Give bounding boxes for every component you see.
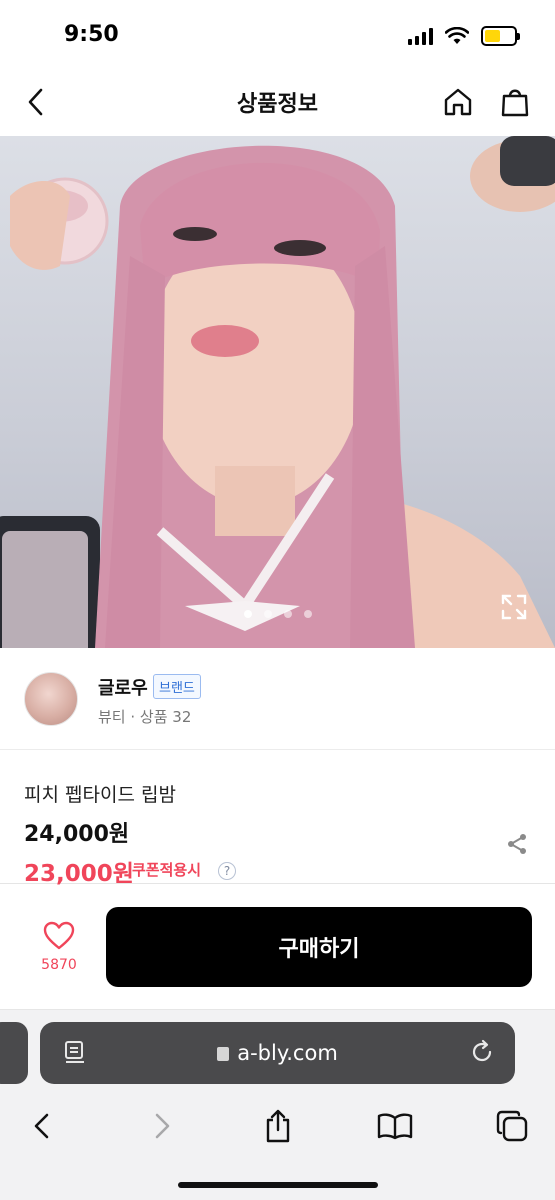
browser-tabs-button[interactable] (492, 1106, 532, 1146)
like-button[interactable]: 5870 (24, 921, 94, 973)
browser-bookmarks-button[interactable] (375, 1106, 415, 1146)
previous-tab-peek[interactable] (0, 1022, 28, 1084)
browser-back-button[interactable] (22, 1106, 62, 1146)
expand-button[interactable] (499, 592, 529, 622)
price-coupon: 23,000원 (24, 861, 134, 887)
carousel-dot[interactable] (283, 610, 292, 618)
share-icon (508, 834, 526, 854)
help-icon[interactable]: ? (218, 862, 236, 880)
like-count: 5870 (41, 957, 77, 973)
url-text: a-bly.com (237, 1041, 338, 1065)
expand-icon (501, 594, 527, 620)
brand-subtitle: 뷰티 · 상품 32 (98, 708, 192, 726)
app-header: 상품정보 (0, 70, 555, 136)
tabs-icon (496, 1110, 528, 1142)
shopping-bag-icon (501, 89, 529, 117)
shopping-bag-button[interactable] (495, 82, 535, 122)
brand-row[interactable]: 글로우 브랜드 뷰티 · 상품 32 (0, 648, 555, 750)
home-icon (444, 88, 472, 116)
browser-forward-button[interactable] (142, 1106, 182, 1146)
price-original: 24,000원 (24, 822, 130, 847)
share-button[interactable] (505, 832, 529, 856)
product-info: 피치 펩타이드 립밤 24,000원 23,000원 쿠폰적용시 ? (0, 750, 555, 887)
url-display[interactable]: a-bly.com (40, 1041, 515, 1065)
product-name: 피치 펩타이드 립밤 (24, 784, 176, 806)
chevron-left-icon (34, 1113, 49, 1139)
lock-icon (217, 1047, 230, 1061)
home-button[interactable] (438, 82, 478, 122)
buy-button[interactable]: 구매하기 (106, 907, 532, 987)
status-icons (408, 26, 520, 46)
share-sheet-icon (266, 1109, 290, 1143)
brand-avatar[interactable] (24, 672, 78, 726)
purchase-bar: 5870 구매하기 (0, 885, 555, 1010)
status-time: 9:50 (64, 22, 119, 47)
home-indicator (178, 1182, 378, 1188)
carousel-dot[interactable] (263, 610, 272, 618)
product-photo (0, 136, 555, 648)
carousel-dot[interactable] (243, 610, 252, 618)
product-image[interactable] (0, 136, 555, 648)
heart-icon (43, 921, 75, 950)
coupon-label: 쿠폰적용시 (132, 861, 202, 879)
carousel-dot[interactable] (303, 610, 312, 618)
brand-badge: 브랜드 (153, 674, 201, 699)
reload-icon[interactable] (469, 1039, 495, 1065)
book-icon (377, 1113, 413, 1140)
wifi-icon (445, 27, 469, 44)
battery-icon (481, 26, 520, 46)
browser-chrome: a-bly.com (0, 1010, 555, 1200)
brand-name[interactable]: 글로우 (98, 674, 148, 700)
browser-share-button[interactable] (258, 1106, 298, 1146)
status-bar: 9:50 (0, 0, 555, 70)
chevron-right-icon (155, 1113, 170, 1139)
carousel-indicators (0, 610, 555, 618)
address-bar[interactable]: a-bly.com (40, 1022, 515, 1084)
browser-toolbar (0, 1098, 555, 1158)
cellular-signal-icon (408, 27, 433, 45)
